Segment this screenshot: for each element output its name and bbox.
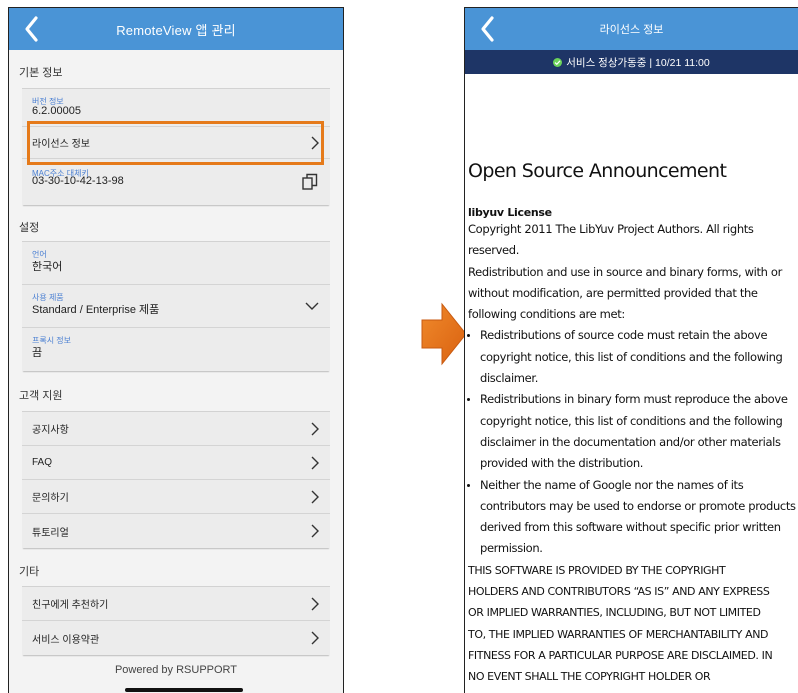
back-button[interactable] — [475, 14, 503, 44]
section-support: 고객 지원 — [19, 390, 63, 402]
service-status-bar: 서비스 정상가동중 | 10/21 11:00 — [465, 50, 798, 74]
arrow-right-icon — [421, 302, 467, 366]
mac-label: MAC주소 대체키 — [32, 169, 89, 178]
mac-address-row: MAC주소 대체키 03-30-10-42-13-98 — [22, 159, 330, 205]
list-item-label: FAQ — [32, 457, 53, 468]
copy-icon[interactable] — [302, 173, 318, 191]
list-item-label: 공지사항 — [32, 425, 69, 436]
etc-item-recommend[interactable]: 친구에게 추천하기 — [22, 587, 330, 621]
disclaimer-line: OR IMPLIED WARRANTIES, INCLUDING, BUT NO… — [468, 606, 761, 620]
page-title: RemoteView 앱 관리 — [116, 22, 236, 38]
basic-info-card: 버전 정보 6.2.00005 라이선스 정보 MAC주소 대체키 03-30-… — [22, 88, 330, 205]
list-item-label: 튜토리얼 — [32, 527, 69, 539]
license-info-row[interactable]: 라이선스 정보 — [22, 127, 330, 159]
service-status-text: 서비스 정상가동중 | 10/21 11:00 — [566, 56, 710, 69]
chevron-right-icon — [311, 136, 319, 149]
condition-item: Redistributions in binary form must repr… — [467, 389, 798, 474]
support-card: 공지사항 FAQ 문의하기 튜토리얼 — [22, 411, 330, 548]
product-label: 사용 제품 — [32, 293, 64, 302]
intro-line: without modification, are permitted prov… — [468, 285, 758, 300]
settings-card: 언어 한국어 사용 제품 Standard / Enterprise 제품 프록… — [22, 241, 330, 371]
support-item-inquiry[interactable]: 문의하기 — [22, 480, 330, 514]
chevron-down-icon — [305, 302, 319, 310]
language-label: 언어 — [32, 250, 47, 259]
version-row: 버전 정보 6.2.00005 — [22, 89, 330, 127]
document-title: Open Source Announcement — [468, 160, 727, 182]
support-item-faq[interactable]: FAQ — [22, 446, 330, 480]
home-indicator — [125, 688, 243, 692]
list-item-label: 서비스 이용약관 — [32, 634, 100, 646]
license-document: Open Source Announcement libyuv License … — [465, 160, 798, 688]
chevron-right-icon — [311, 524, 319, 538]
support-item-notice[interactable]: 공지사항 — [22, 412, 330, 446]
language-value: 한국어 — [32, 261, 63, 273]
condition-item: Neither the name of Google nor the names… — [467, 475, 798, 560]
disclaimer-line: TO, THE IMPLIED WARRANTIES OF MERCHANTAB… — [468, 627, 769, 641]
disclaimer-line: HOLDERS AND CONTRIBUTORS “AS IS” AND ANY… — [468, 585, 770, 599]
license-info-label: 라이선스 정보 — [32, 139, 90, 150]
language-row[interactable]: 언어 한국어 — [22, 242, 330, 285]
back-button[interactable] — [19, 14, 47, 44]
app-header: 라이선스 정보 — [465, 8, 798, 50]
section-etc: 기타 — [19, 566, 40, 578]
condition-item: Redistributions of source code must reta… — [467, 325, 798, 389]
intro-line: following conditions are met: — [468, 307, 625, 322]
copyright-line: reserved. — [468, 243, 520, 258]
chevron-right-icon — [311, 597, 319, 610]
support-item-tutorial[interactable]: 튜토리얼 — [22, 514, 330, 548]
etc-card: 친구에게 추천하기 서비스 이용약관 — [22, 586, 330, 655]
check-circle-icon — [553, 57, 563, 67]
section-settings: 설정 — [19, 222, 40, 234]
disclaimer-line: THIS SOFTWARE IS PROVIDED BY THE COPYRIG… — [468, 563, 726, 577]
conditions-list: Redistributions of source code must reta… — [467, 325, 798, 560]
version-label: 버전 정보 — [32, 97, 64, 106]
back-arrow-icon — [481, 16, 494, 42]
disclaimer-line: FITNESS FOR A PARTICULAR PURPOSE ARE DIS… — [468, 648, 773, 662]
chevron-right-icon — [311, 456, 319, 469]
list-item-label: 문의하기 — [32, 493, 69, 504]
page-title: 라이선스 정보 — [599, 24, 664, 36]
back-arrow-icon — [25, 16, 38, 42]
intro-line: Redistribution and use in source and bin… — [468, 264, 782, 279]
app-header: RemoteView 앱 관리 — [9, 8, 343, 50]
version-value: 6.2.00005 — [32, 105, 81, 117]
disclaimer-line: NO EVENT SHALL THE COPYRIGHT HOLDER OR — [468, 670, 711, 684]
chevron-right-icon — [311, 422, 319, 435]
license-name: libyuv License — [468, 206, 552, 219]
list-item-label: 친구에게 추천하기 — [32, 600, 109, 611]
etc-item-terms[interactable]: 서비스 이용약관 — [22, 621, 330, 655]
mac-value: 03-30-10-42-13-98 — [32, 175, 124, 187]
product-row[interactable]: 사용 제품 Standard / Enterprise 제품 — [22, 285, 330, 328]
chevron-right-icon — [311, 490, 319, 503]
product-value: Standard / Enterprise 제품 — [32, 304, 160, 316]
proxy-value: 끔 — [32, 347, 43, 359]
license-info-screen: 라이선스 정보 서비스 정상가동중 | 10/21 11:00 Open Sou… — [464, 7, 798, 693]
copyright-line: Copyright 2011 The LibYuv Project Author… — [468, 222, 754, 236]
chevron-right-icon — [311, 631, 319, 645]
app-settings-screen: RemoteView 앱 관리 기본 정보 버전 정보 6.2.00005 라이… — [8, 7, 344, 693]
section-basic-info: 기본 정보 — [19, 67, 63, 79]
powered-by-footer: Powered by RSUPPORT — [114, 664, 238, 676]
proxy-row[interactable]: 프록시 정보 끔 — [22, 328, 330, 371]
proxy-label: 프록시 정보 — [32, 336, 72, 345]
